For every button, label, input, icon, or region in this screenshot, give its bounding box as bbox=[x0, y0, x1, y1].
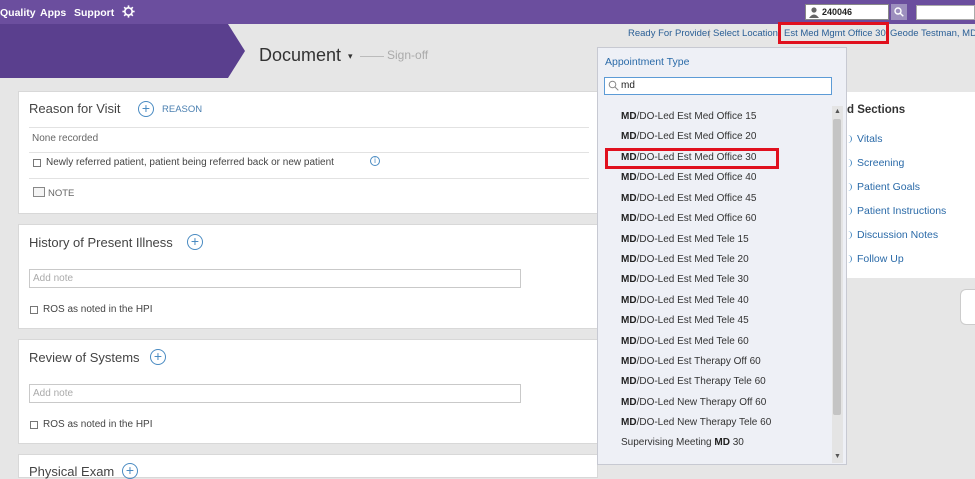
selected-option-highlight bbox=[605, 148, 779, 169]
nav-apps[interactable]: Apps bbox=[40, 0, 66, 24]
sections-panel: d Sections Vitals Screening Patient Goal… bbox=[846, 92, 975, 278]
nav-quality[interactable]: Quality bbox=[0, 0, 36, 24]
appointment-option[interactable]: MD/DO-Led Est Med Tele 60 bbox=[621, 336, 749, 347]
workflow-connector bbox=[360, 56, 384, 57]
document-title[interactable]: Document bbox=[259, 45, 341, 66]
scroll-up-icon[interactable]: ▲ bbox=[833, 107, 842, 116]
appointment-option[interactable]: MD/DO-Led New Therapy Off 60 bbox=[621, 397, 766, 408]
section-bullet bbox=[847, 135, 852, 143]
appointment-option[interactable]: MD/DO-Led Est Med Office 20 bbox=[621, 131, 756, 142]
section-link-patient-instructions[interactable]: Patient Instructions bbox=[857, 205, 946, 217]
section-bullet bbox=[847, 255, 852, 263]
physical-exam-title: Physical Exam bbox=[29, 464, 115, 479]
add-reason-button[interactable]: REASON bbox=[162, 104, 202, 115]
divider bbox=[29, 127, 589, 128]
header-band bbox=[0, 24, 245, 78]
appointment-option[interactable]: Supervising Meeting MD 30 bbox=[621, 437, 744, 448]
section-bullet bbox=[847, 231, 852, 239]
add-hpi-icon[interactable]: + bbox=[187, 234, 203, 250]
chevron-down-icon[interactable]: ▾ bbox=[348, 51, 353, 62]
appointment-option[interactable]: MD/DO-Led Est Therapy Tele 60 bbox=[621, 376, 766, 387]
appointment-type-search-value: md bbox=[621, 80, 635, 91]
divider bbox=[29, 152, 589, 153]
hpi-ros-checkbox-label: ROS as noted in the HPI bbox=[43, 304, 153, 315]
appointment-option[interactable]: MD/DO-Led Est Med Tele 20 bbox=[621, 254, 749, 265]
new-patient-checkbox[interactable] bbox=[33, 159, 41, 167]
add-note-button[interactable]: NOTE bbox=[48, 188, 74, 199]
ros-note-input[interactable]: Add note bbox=[29, 384, 521, 403]
appointment-option[interactable]: MD/DO-Led Est Med Office 40 bbox=[621, 172, 756, 183]
ready-for-provider-link[interactable]: Ready For Provider bbox=[628, 28, 710, 39]
person-icon bbox=[809, 7, 819, 18]
appointment-option[interactable]: MD/DO-Led Est Med Office 15 bbox=[621, 111, 756, 122]
select-location-link[interactable]: Select Location bbox=[713, 28, 778, 39]
ros-card: Review of Systems + Add note ROS as note… bbox=[18, 339, 598, 444]
ros-checkbox-label: ROS as noted in the HPI bbox=[43, 419, 153, 430]
patient-search-button[interactable] bbox=[891, 4, 907, 20]
divider bbox=[29, 178, 589, 179]
section-link-patient-goals[interactable]: Patient Goals bbox=[857, 181, 920, 193]
appointment-option[interactable]: MD/DO-Led Est Med Tele 40 bbox=[621, 295, 749, 306]
section-link-vitals[interactable]: Vitals bbox=[857, 133, 883, 145]
panel-toggle-tab[interactable] bbox=[960, 289, 975, 325]
section-bullet bbox=[847, 183, 852, 191]
add-ros-icon[interactable]: + bbox=[150, 349, 166, 365]
hpi-title: History of Present Illness bbox=[29, 235, 173, 250]
appointment-option[interactable]: MD/DO-Led New Therapy Tele 60 bbox=[621, 417, 771, 428]
appointment-option[interactable]: MD/DO-Led Est Therapy Off 60 bbox=[621, 356, 761, 367]
add-physical-exam-icon[interactable]: + bbox=[122, 463, 138, 479]
section-link-screening[interactable]: Screening bbox=[857, 157, 904, 169]
dropdown-scrollbar[interactable]: ▲ ▼ bbox=[832, 106, 843, 463]
info-icon[interactable]: i bbox=[370, 156, 380, 166]
appointment-type-dropdown: Appointment Type md MD/DO-Led Est Med Of… bbox=[597, 47, 847, 465]
patient-id-value: 240046 bbox=[822, 7, 853, 17]
patient-id-field[interactable]: 240046 bbox=[805, 4, 889, 20]
hpi-note-input[interactable]: Add note bbox=[29, 269, 521, 288]
note-icon[interactable] bbox=[33, 187, 45, 197]
search-icon bbox=[894, 7, 904, 17]
reason-for-visit-title: Reason for Visit bbox=[29, 101, 121, 116]
gear-icon[interactable] bbox=[122, 5, 135, 18]
user-name-link[interactable]: Geode Testman, MD bbox=[890, 28, 975, 39]
reason-for-visit-card: Reason for Visit + REASON None recorded … bbox=[18, 91, 598, 214]
appointment-option[interactable]: MD/DO-Led Est Med Tele 30 bbox=[621, 274, 749, 285]
add-reason-icon[interactable]: + bbox=[138, 101, 154, 117]
appointment-type-label: Appointment Type bbox=[605, 56, 690, 68]
scroll-down-icon[interactable]: ▼ bbox=[833, 452, 842, 461]
global-search-input[interactable] bbox=[916, 5, 975, 20]
location-highlight bbox=[778, 22, 889, 44]
top-nav-bar: Quality Apps Support 240046 bbox=[0, 0, 975, 24]
appointment-option[interactable]: MD/DO-Led Est Med Tele 15 bbox=[621, 234, 749, 245]
section-link-discussion-notes[interactable]: Discussion Notes bbox=[857, 229, 938, 241]
section-link-follow-up[interactable]: Follow Up bbox=[857, 253, 904, 265]
section-bullet bbox=[847, 207, 852, 215]
sections-panel-title: d Sections bbox=[847, 104, 906, 116]
hpi-card: History of Present Illness + Add note RO… bbox=[18, 224, 598, 329]
new-patient-checkbox-label: Newly referred patient, patient being re… bbox=[46, 157, 334, 168]
search-icon bbox=[608, 80, 619, 91]
appointment-option[interactable]: MD/DO-Led Est Med Office 60 bbox=[621, 213, 756, 224]
section-bullet bbox=[847, 159, 852, 167]
none-recorded-text: None recorded bbox=[32, 133, 99, 144]
ros-title: Review of Systems bbox=[29, 350, 140, 365]
nav-support[interactable]: Support bbox=[74, 0, 114, 24]
scrollbar-thumb[interactable] bbox=[833, 119, 841, 415]
sign-off-step[interactable]: Sign-off bbox=[387, 48, 428, 62]
header-separator: | bbox=[708, 28, 711, 39]
appointment-option[interactable]: MD/DO-Led Est Med Office 45 bbox=[621, 193, 756, 204]
appointment-option[interactable]: MD/DO-Led Est Med Tele 45 bbox=[621, 315, 749, 326]
physical-exam-card: Physical Exam + bbox=[18, 454, 598, 479]
ros-checkbox[interactable] bbox=[30, 421, 38, 429]
appointment-type-search-input[interactable]: md bbox=[604, 77, 832, 95]
hpi-ros-checkbox[interactable] bbox=[30, 306, 38, 314]
